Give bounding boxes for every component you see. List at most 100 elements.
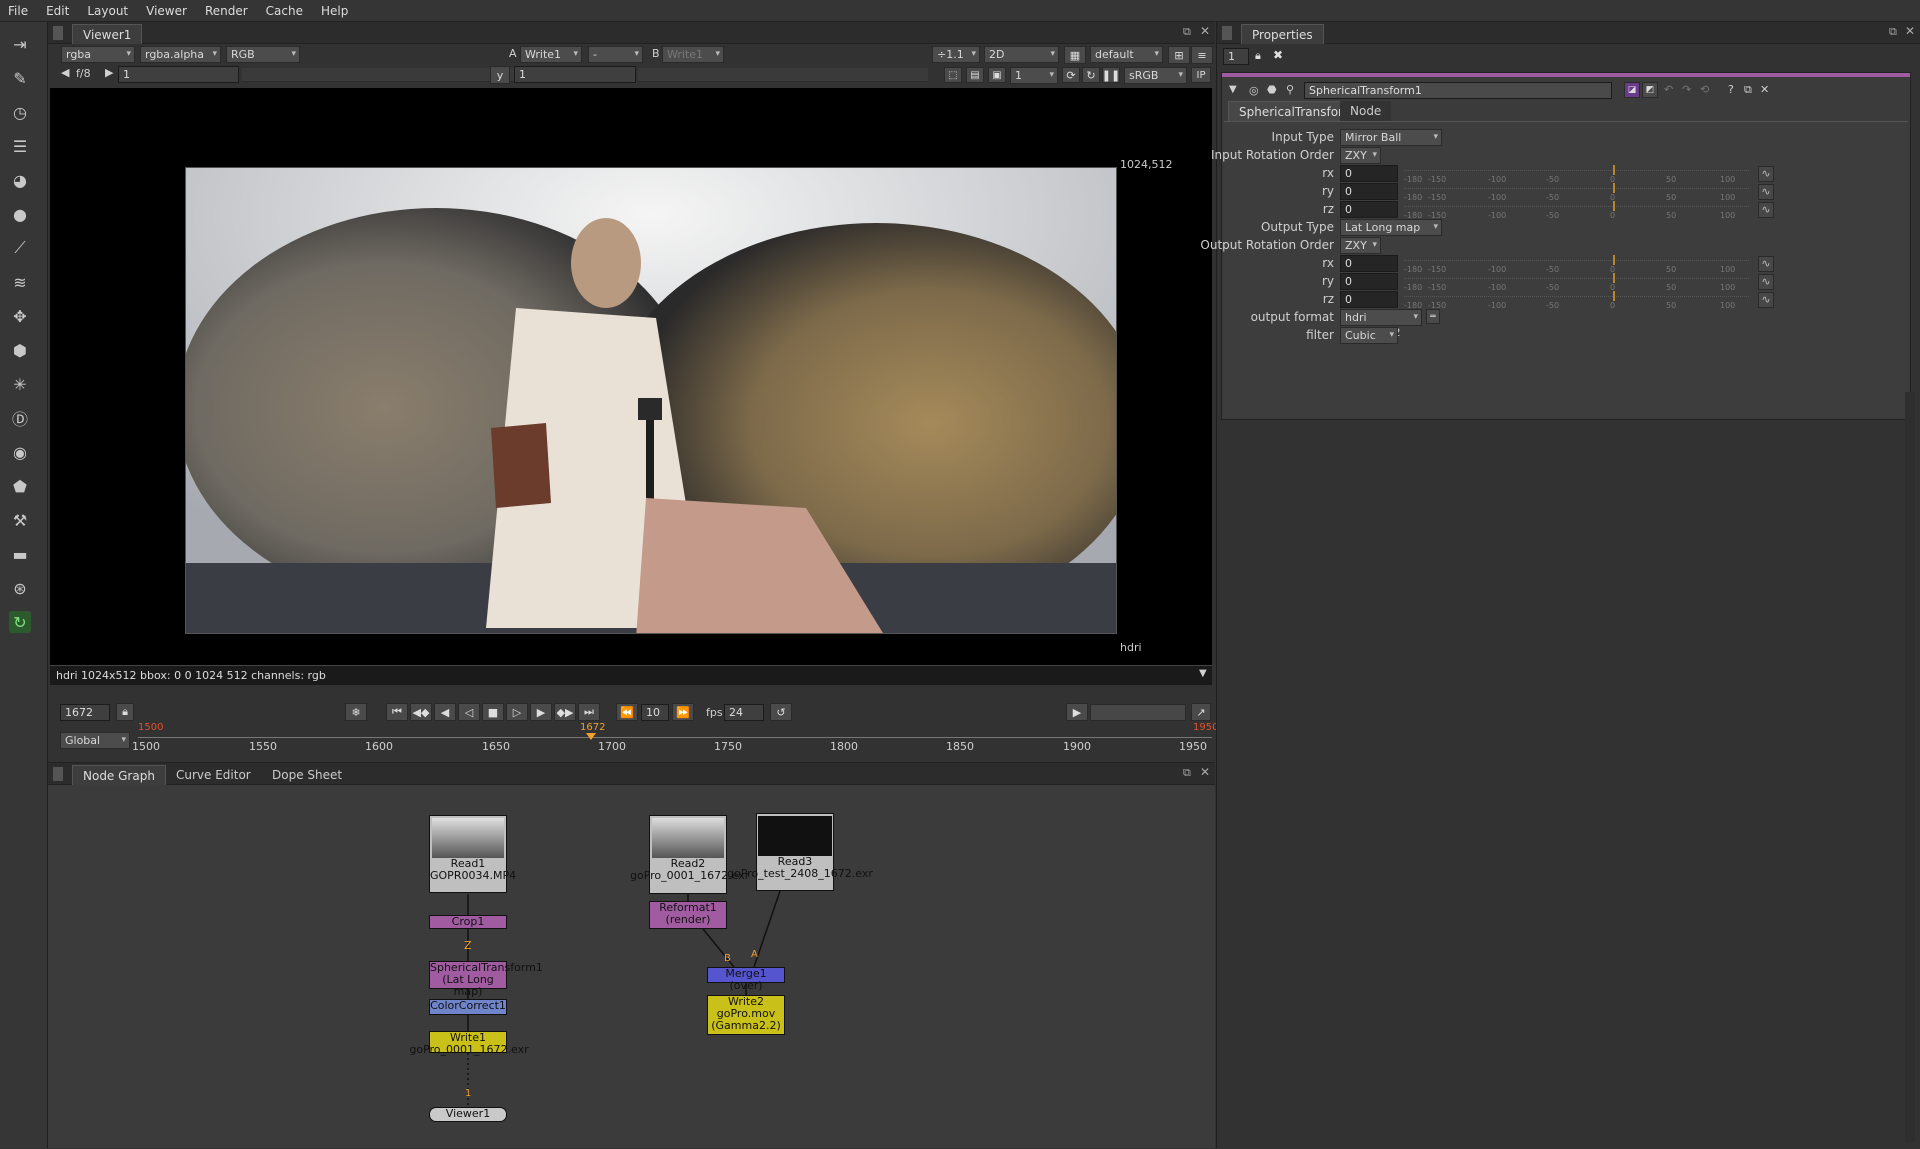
view-mode-dropdown[interactable]: 2D: [984, 46, 1059, 63]
input-rx-field[interactable]: 0: [1340, 165, 1398, 182]
float-panel-icon[interactable]: ⧉: [1183, 25, 1191, 39]
grid-overlay-icon[interactable]: ⊞: [1168, 46, 1190, 64]
max-panels-field[interactable]: 1: [1223, 48, 1249, 65]
update-icon[interactable]: ⟳: [1062, 67, 1080, 83]
last-frame-icon[interactable]: ⏭: [578, 703, 600, 721]
output-rz-curve-icon[interactable]: ∿: [1758, 292, 1774, 308]
next-frame-icon[interactable]: ▶: [530, 703, 552, 721]
float-panel-icon[interactable]: ⧉: [1889, 25, 1897, 39]
colorcorrect-node[interactable]: ColorCorrect1: [429, 999, 507, 1015]
viewer-settings-icon[interactable]: ≡: [1191, 46, 1213, 64]
close-node-icon[interactable]: ✕: [1760, 83, 1769, 96]
nukex-tools-icon[interactable]: ↻: [9, 611, 31, 633]
menu-edit[interactable]: Edit: [46, 4, 69, 18]
filter-tools-icon[interactable]: ●: [9, 203, 31, 225]
ocula-tools-icon[interactable]: ⊛: [9, 577, 31, 599]
output-type-dropdown[interactable]: Lat Long map: [1340, 219, 1442, 236]
prev-frame-icon[interactable]: ◀: [434, 703, 456, 721]
menu-file[interactable]: File: [8, 4, 28, 18]
timeline-range-dropdown[interactable]: Global: [60, 732, 130, 749]
keyer-tools-icon[interactable]: ⟋: [9, 237, 31, 259]
lock-panels-icon[interactable]: 🔒︎: [1255, 49, 1261, 63]
tab-viewer1[interactable]: Viewer1: [72, 24, 143, 44]
undo-icon[interactable]: ↶: [1664, 83, 1673, 96]
metadata-tools-icon[interactable]: ⬟: [9, 475, 31, 497]
menu-render[interactable]: Render: [205, 4, 248, 18]
roi-icon[interactable]: ⬚: [944, 67, 962, 83]
input-ry-slider[interactable]: -180 -150 -100 -50 0 50 100: [1404, 183, 1749, 204]
first-frame-icon[interactable]: ⏮: [386, 703, 408, 721]
read2-node[interactable]: Read2 goPro_0001_1672.exr: [630, 815, 749, 894]
menu-cache[interactable]: Cache: [266, 4, 303, 18]
3d-tools-icon[interactable]: ⬢: [9, 339, 31, 361]
properties-scrollbar[interactable]: [1905, 392, 1915, 1142]
zoom-dropdown[interactable]: ÷1.1: [932, 46, 980, 63]
fps-field[interactable]: 24: [724, 704, 764, 721]
frame-increment-field[interactable]: 10: [641, 704, 669, 721]
input-rx-curve-icon[interactable]: ∿: [1758, 166, 1774, 182]
redo-icon[interactable]: ↷: [1682, 83, 1691, 96]
flipbook-icon[interactable]: ▶: [1066, 703, 1088, 721]
help-icon[interactable]: ?: [1728, 83, 1734, 96]
loop-mode-icon[interactable]: ↺: [770, 703, 792, 721]
write2-node[interactable]: Write2 goPro.mov (Gamma2.2): [707, 995, 785, 1035]
input-rz-field[interactable]: 0: [1340, 201, 1398, 218]
fstop-value[interactable]: f/8: [76, 67, 91, 80]
alpha-dropdown[interactable]: rgba.alpha: [140, 46, 221, 63]
merge-tools-icon[interactable]: ≋: [9, 271, 31, 293]
wipe-mode-dropdown[interactable]: -: [588, 46, 643, 63]
output-rz-slider[interactable]: -180 -150 -100 -50 0 50 100: [1404, 291, 1749, 312]
proxy-dropdown[interactable]: 1: [1010, 67, 1058, 84]
menu-viewer[interactable]: Viewer: [146, 4, 187, 18]
panel-grip-icon[interactable]: [53, 26, 63, 40]
read3-node[interactable]: Read3 goPro_test_2408_1672.exr: [727, 813, 873, 891]
range-lock-icon[interactable]: ↗: [1191, 703, 1211, 721]
color-tools-icon[interactable]: ◕: [9, 169, 31, 191]
play-backward-icon[interactable]: ◁: [458, 703, 480, 721]
panel-grip-icon[interactable]: [1222, 26, 1232, 40]
format-options-icon[interactable]: ═: [1426, 309, 1440, 324]
input-rotation-order-dropdown[interactable]: ZXY: [1340, 147, 1381, 164]
input-ry-field[interactable]: 0: [1340, 183, 1398, 200]
input-rz-curve-icon[interactable]: ∿: [1758, 202, 1774, 218]
display-channel-dropdown[interactable]: RGB: [226, 46, 300, 63]
float-node-icon[interactable]: ⧉: [1744, 83, 1752, 97]
lut-dropdown[interactable]: default: [1090, 46, 1163, 63]
output-ry-field[interactable]: 0: [1340, 273, 1398, 290]
output-rx-slider[interactable]: -180 -150 -100 -50 0 50 100: [1404, 255, 1749, 276]
write1-node[interactable]: Write1 goPro_0001_1672.exr: [409, 1031, 529, 1056]
filter-dropdown[interactable]: Cubic: [1340, 327, 1398, 344]
channels-dropdown[interactable]: rgba: [61, 46, 135, 63]
proxy-icon[interactable]: ▣: [988, 67, 1006, 83]
prev-fstop-icon[interactable]: ◀: [61, 66, 69, 79]
input-rx-slider[interactable]: -180 -150 -100 -50 0 50 100: [1404, 165, 1749, 186]
tab-node[interactable]: Node: [1340, 101, 1392, 121]
refresh-icon[interactable]: ↻: [1082, 67, 1100, 83]
read1-node[interactable]: Read1 GOPR0034.MP4: [429, 815, 516, 893]
revert-icon[interactable]: ⟲: [1700, 83, 1709, 96]
viewer1-node[interactable]: Viewer1: [429, 1107, 507, 1122]
reformat-node[interactable]: Reformat1 (render): [649, 901, 727, 929]
input-type-dropdown[interactable]: Mirror Ball: [1340, 129, 1442, 146]
camera-icon[interactable]: ▦: [1064, 46, 1086, 64]
tab-properties[interactable]: Properties: [1241, 24, 1324, 44]
output-ry-slider[interactable]: -180 -150 -100 -50 0 50 100: [1404, 273, 1749, 294]
output-format-dropdown[interactable]: hdri 1024x512: [1340, 309, 1422, 339]
menu-layout[interactable]: Layout: [87, 4, 128, 18]
merge-node[interactable]: Merge1 (over): [707, 967, 785, 992]
gamma-toggle[interactable]: y: [490, 66, 510, 84]
view-node-icon[interactable]: ◎: [1249, 84, 1259, 97]
close-panel-icon[interactable]: ✕: [1200, 24, 1210, 38]
draw-tools-icon[interactable]: ✎: [9, 67, 31, 89]
input-ry-curve-icon[interactable]: ∿: [1758, 184, 1774, 200]
gamma-slider[interactable]: [638, 68, 928, 82]
colorspace-dropdown[interactable]: sRGB: [1124, 67, 1187, 84]
particles-tools-icon[interactable]: ✳: [9, 373, 31, 395]
gamma-field[interactable]: 1: [514, 66, 636, 83]
clear-panels-icon[interactable]: ✖: [1273, 48, 1283, 62]
views-tools-icon[interactable]: ◉: [9, 441, 31, 463]
lock-frame-icon[interactable]: 🔒︎: [116, 703, 134, 721]
furnace-tools-icon[interactable]: ▬: [9, 543, 31, 565]
pause-icon[interactable]: ❚❚: [1102, 67, 1120, 83]
viewport[interactable]: 1024,512 hdri: [50, 88, 1212, 685]
